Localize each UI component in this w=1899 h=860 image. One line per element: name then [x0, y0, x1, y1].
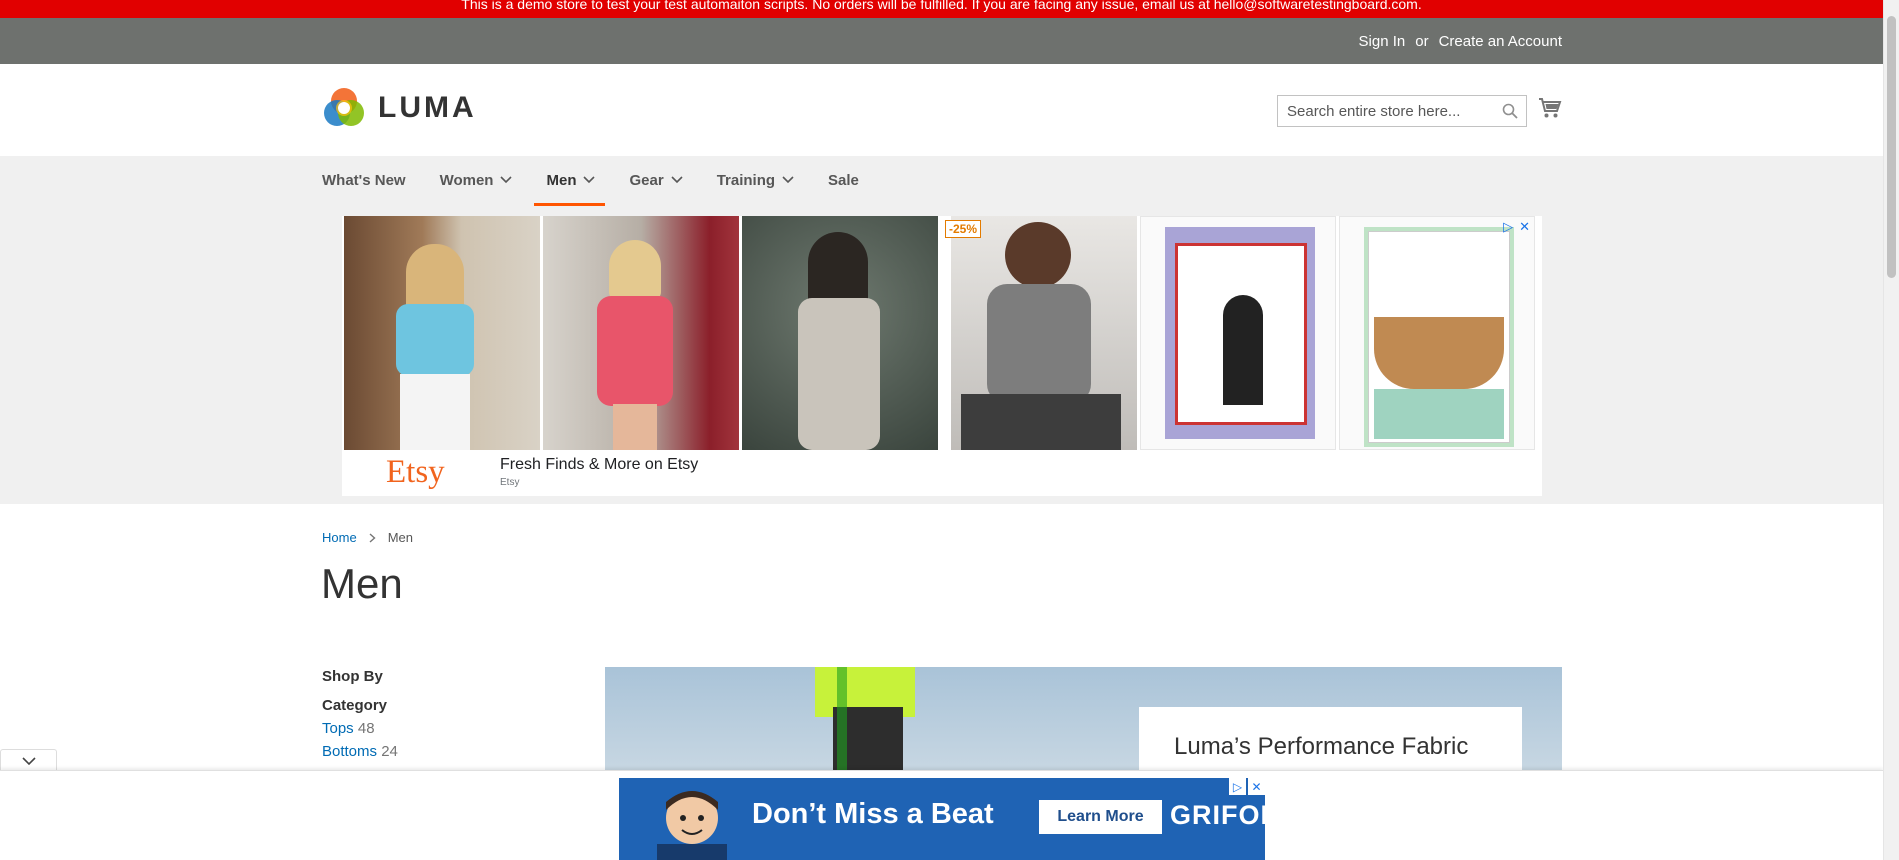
search-input[interactable]	[1278, 102, 1493, 120]
ad-product-image[interactable]: -25%	[941, 216, 1137, 450]
ad-choices-icon[interactable]: ▷	[1229, 778, 1246, 795]
scrollbar-thumb[interactable]	[1887, 16, 1896, 278]
sign-in-link[interactable]: Sign In	[1359, 33, 1406, 50]
nav-label: Men	[546, 171, 577, 189]
ad-product-image[interactable]	[344, 216, 540, 450]
category-link-tops[interactable]: Tops	[322, 720, 354, 737]
breadcrumb-home[interactable]: Home	[322, 530, 357, 545]
sticky-bottom-ad: Don’t Miss a Beat Learn More GRIFOLS ▷ ✕	[0, 770, 1883, 860]
ad-mascot-image	[657, 791, 727, 860]
etsy-logo: Etsy	[386, 454, 445, 490]
search-icon[interactable]	[1502, 103, 1518, 119]
ad-close-icon[interactable]: ✕	[1519, 219, 1530, 235]
nav-label: Sale	[828, 171, 859, 189]
ad-product-image[interactable]	[543, 216, 739, 450]
nav-item-gear[interactable]: Gear	[629, 156, 683, 204]
ad-source: Etsy	[500, 477, 520, 488]
ad-title[interactable]: Fresh Finds & More on Etsy	[500, 456, 698, 474]
nav-section: What's New Women Men Gear Training Sale	[0, 156, 1883, 504]
cart-icon[interactable]	[1538, 97, 1562, 119]
grifols-ad[interactable]: Don’t Miss a Beat Learn More GRIFOLS ▷ ✕	[619, 778, 1265, 860]
ad-product-image[interactable]	[1140, 216, 1336, 450]
scrollbar[interactable]	[1883, 0, 1899, 860]
luma-logo-icon	[324, 88, 364, 126]
ad-thumbnails: -25% ▷ ✕	[344, 216, 1535, 450]
or-text: or	[1415, 32, 1429, 50]
hero-image	[815, 667, 915, 777]
grifols-brand: GRIFOLS	[1170, 800, 1265, 830]
category-item[interactable]: Tops 48	[322, 720, 398, 737]
ad-controls: ▷ ✕	[1229, 778, 1265, 795]
nav-item-sale[interactable]: Sale	[828, 156, 859, 204]
hero-heading: Luma’s Performance Fabric	[1174, 733, 1469, 760]
chevron-down-icon	[782, 176, 794, 184]
nav-item-whats-new[interactable]: What's New	[322, 156, 406, 204]
category-link-bottoms[interactable]: Bottoms	[322, 743, 377, 760]
collapse-ad-button[interactable]	[0, 749, 57, 771]
ad-headline: Don’t Miss a Beat	[752, 798, 994, 830]
ad-choices-icon[interactable]: ▷	[1503, 219, 1513, 235]
category-count: 48	[357, 720, 375, 737]
learn-more-button[interactable]: Learn More	[1039, 800, 1162, 834]
chevron-down-icon	[21, 756, 36, 765]
hero-card: Luma’s Performance Fabric	[1139, 707, 1522, 777]
nav-label: Training	[716, 171, 776, 189]
breadcrumb-current: Men	[387, 530, 413, 545]
chevron-down-icon	[500, 176, 513, 184]
ad-footer[interactable]: Etsy Fresh Finds & More on Etsy Etsy	[342, 452, 1542, 496]
nav-label: What's New	[322, 171, 406, 189]
chevron-down-icon	[671, 176, 683, 184]
main-nav: What's New Women Men Gear Training Sale	[322, 156, 893, 206]
demo-notice-banner: This is a demo store to test your test a…	[0, 0, 1883, 18]
ad-choices[interactable]: ▷ ✕	[1503, 219, 1530, 235]
hero-banner[interactable]: Luma’s Performance Fabric	[605, 667, 1562, 777]
discount-badge: -25%	[945, 220, 982, 238]
category-item[interactable]: Bottoms 24	[322, 743, 398, 760]
ad-close-icon[interactable]: ✕	[1248, 778, 1265, 795]
sidebar-filters: Shop By Category Tops 48 Bottoms 24	[322, 668, 398, 760]
site-header: LUMA	[0, 64, 1883, 156]
create-account-link[interactable]: Create an Account	[1439, 33, 1562, 50]
logo[interactable]: LUMA	[322, 86, 477, 130]
ad-product-image[interactable]: ▷ ✕	[1339, 216, 1535, 450]
page-title: Men	[321, 560, 403, 607]
filter-title-category[interactable]: Category	[322, 697, 398, 714]
etsy-ad[interactable]: -25% ▷ ✕ Etsy Fresh Finds & More on Etsy	[342, 216, 1542, 496]
nav-label: Women	[439, 171, 494, 189]
shop-by-heading: Shop By	[322, 668, 383, 685]
search-box[interactable]	[1277, 95, 1527, 127]
chevron-down-icon	[583, 176, 596, 184]
nav-label: Gear	[629, 171, 664, 189]
nav-item-men[interactable]: Men	[534, 156, 606, 206]
nav-item-women[interactable]: Women	[440, 156, 513, 204]
category-count: 24	[381, 743, 398, 760]
panel-header: Sign In or Create an Account	[0, 18, 1883, 64]
chevron-right-icon	[369, 532, 376, 543]
breadcrumb: Home Men	[322, 530, 413, 545]
ad-product-image[interactable]	[742, 216, 938, 450]
nav-item-training[interactable]: Training	[717, 156, 794, 204]
logo-text: LUMA	[378, 91, 477, 124]
